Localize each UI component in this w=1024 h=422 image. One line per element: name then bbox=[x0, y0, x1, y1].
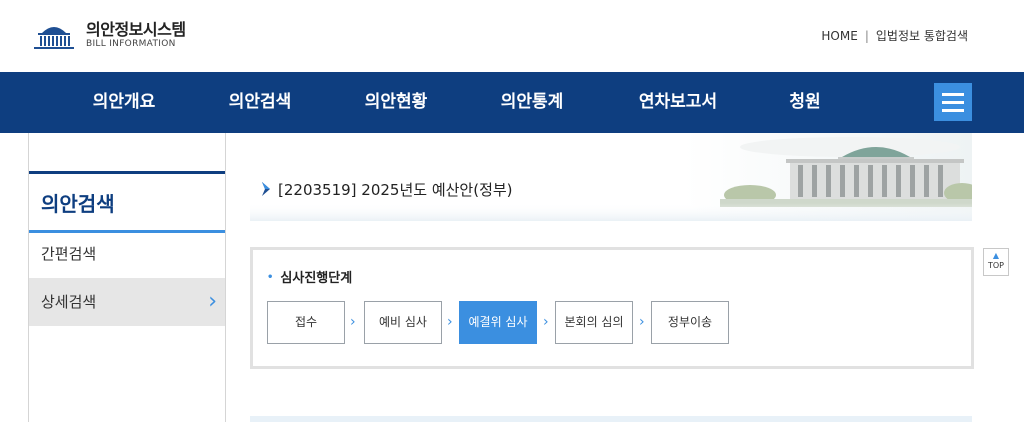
review-stage-panel: • 심사진행단계 접수 › 예비 심사 › 예결위 심사 › 본회의 심의 › 정… bbox=[250, 247, 974, 369]
sidebar-item-detailed-search[interactable]: 상세검색 › bbox=[29, 278, 225, 326]
sidebar-item-label: 상세검색 bbox=[41, 293, 97, 311]
nav-item-bill-search[interactable]: 의안검색 bbox=[210, 72, 310, 133]
chevron-right-icon: › bbox=[543, 314, 549, 330]
utility-links: HOME | 입법정보 통합검색 bbox=[821, 27, 968, 44]
sidebar: 의안검색 간편검색 상세검색 › bbox=[28, 133, 226, 422]
stage-step-receipt: 접수 bbox=[267, 301, 345, 344]
chevron-right-icon: › bbox=[447, 314, 453, 330]
chevron-right-icon: › bbox=[208, 289, 217, 314]
logo-subtitle: BILL INFORMATION bbox=[86, 38, 176, 49]
national-assembly-logo-icon bbox=[34, 27, 74, 49]
sidebar-item-label: 간편검색 bbox=[41, 245, 97, 263]
page-header: [2203519] 2025년도 예산안(정부) bbox=[250, 133, 972, 221]
nav-item-bill-overview[interactable]: 의안개요 bbox=[74, 72, 174, 133]
chevron-right-icon: › bbox=[639, 314, 645, 330]
arrow-up-icon: ▲ bbox=[992, 251, 1000, 260]
home-link[interactable]: HOME bbox=[821, 29, 857, 43]
sidebar-item-simple-search[interactable]: 간편검색 bbox=[29, 230, 225, 278]
assembly-building-illustration bbox=[250, 133, 972, 221]
content-section-top bbox=[250, 416, 972, 422]
nav-item-annual-report[interactable]: 연차보고서 bbox=[618, 72, 738, 133]
stage-step-preliminary-review: 예비 심사 bbox=[364, 301, 442, 344]
stage-label-text: 심사진행단계 bbox=[280, 271, 353, 286]
integrated-search-link[interactable]: 입법정보 통합검색 bbox=[876, 29, 968, 43]
chevron-right-icon: › bbox=[350, 314, 356, 330]
sidebar-title-box: 의안검색 bbox=[29, 171, 225, 233]
title-chevron-icon bbox=[262, 182, 270, 196]
main-nav: 의안개요 의안검색 의안현황 의안통계 연차보고서 청원 bbox=[0, 72, 1024, 133]
bill-title: [2203519] 2025년도 예산안(정부) bbox=[278, 181, 513, 199]
util-separator: | bbox=[864, 29, 869, 43]
stage-step-budget-committee-review: 예결위 심사 bbox=[459, 301, 537, 344]
nav-item-petition[interactable]: 청원 bbox=[770, 72, 840, 133]
stage-panel-label: • 심사진행단계 bbox=[267, 267, 352, 286]
scroll-top-button[interactable]: ▲ TOP bbox=[983, 248, 1009, 276]
logo-title: 의안정보시스템 bbox=[86, 19, 186, 39]
stage-step-government-transfer: 정부이송 bbox=[651, 301, 729, 344]
hamburger-menu-icon[interactable] bbox=[934, 83, 972, 121]
bullet-icon: • bbox=[267, 272, 274, 283]
nav-item-bill-statistics[interactable]: 의안통계 bbox=[482, 72, 582, 133]
header: 의안정보시스템 BILL INFORMATION HOME | 입법정보 통합검색 bbox=[0, 0, 1024, 72]
site-logo[interactable]: 의안정보시스템 BILL INFORMATION bbox=[28, 18, 186, 52]
top-label: TOP bbox=[987, 261, 1004, 270]
sidebar-title: 의안검색 bbox=[41, 192, 115, 216]
nav-item-bill-status[interactable]: 의안현황 bbox=[346, 72, 446, 133]
stage-step-plenary-deliberation: 본회의 심의 bbox=[555, 301, 633, 344]
